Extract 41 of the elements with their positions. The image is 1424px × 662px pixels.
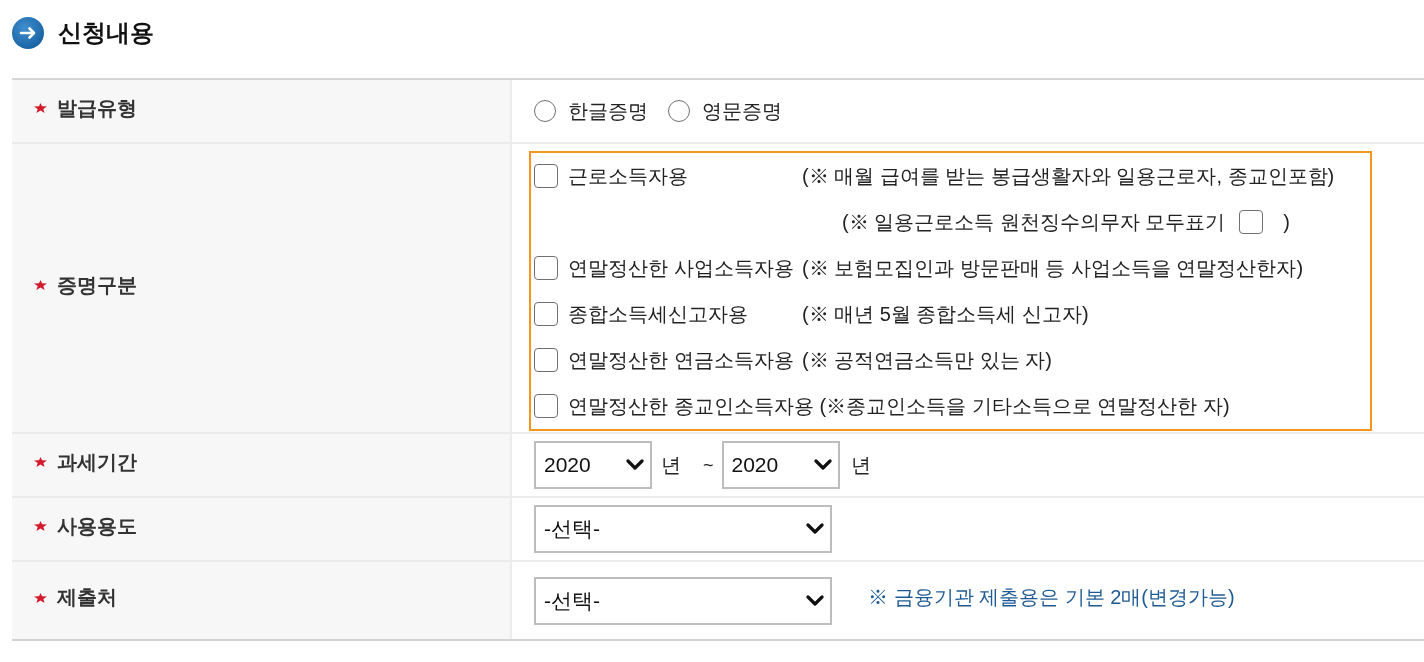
- radio-label[interactable]: 한글증명: [568, 97, 648, 125]
- chevron-down-icon: [806, 523, 824, 535]
- radio-label[interactable]: 영문증명: [702, 97, 782, 125]
- unit-label: 년: [661, 452, 681, 478]
- field-label: 제출처: [57, 585, 117, 610]
- checkbox[interactable]: [1239, 210, 1264, 234]
- range-separator: ~: [703, 454, 714, 476]
- option-note: (※ 매년 5월 종합소득세 신고자): [802, 301, 1089, 327]
- option-note: (※종교인소득을 기타소득으로 연말정산한 자): [819, 393, 1230, 419]
- radio-button[interactable]: [668, 100, 690, 122]
- field-label: 사용용도: [57, 513, 137, 539]
- select-dropdown[interactable]: -선택-: [534, 577, 832, 625]
- checkbox[interactable]: [534, 394, 558, 418]
- checkbox[interactable]: [534, 164, 558, 188]
- select-dropdown[interactable]: -선택-: [534, 505, 832, 553]
- closing-parenthesis: ): [1283, 210, 1290, 234]
- option-note: (※ 일용근로소득 원천징수의무자 모두표기: [842, 209, 1226, 235]
- option-label[interactable]: 연말정산한 연금소득자용: [568, 346, 796, 374]
- option-label[interactable]: 연말정산한 종교인소득자용: [568, 392, 814, 420]
- info-note: ※ 금융기관 제출용은 기본 2매(변경가능): [868, 584, 1235, 610]
- arrow-circle-icon: [12, 17, 44, 49]
- checkbox[interactable]: [534, 302, 558, 326]
- radio-button[interactable]: [534, 100, 556, 122]
- option-note: (※ 매월 급여를 받는 봉급생활자와 일용근로자, 종교인포함): [802, 163, 1335, 189]
- checkbox[interactable]: [534, 348, 558, 372]
- option-note: (※ 공적연금소득만 있는 자): [802, 347, 1052, 373]
- field-label: 과세기간: [57, 449, 137, 475]
- unit-label: 년: [850, 452, 871, 478]
- field-label: 증명구분: [57, 272, 137, 298]
- option-label[interactable]: 근로소득자용: [568, 162, 796, 190]
- field-label: 발급유형: [57, 95, 137, 121]
- chevron-down-icon: [806, 595, 824, 607]
- chevron-down-icon: [626, 459, 644, 471]
- year-dropdown[interactable]: 2020: [534, 441, 652, 489]
- section-title: 신청내용: [58, 18, 154, 48]
- year-dropdown[interactable]: 2020: [721, 441, 840, 489]
- option-note: (※ 보험모집인과 방문판매 등 사업소득을 연말정산한자): [802, 255, 1304, 281]
- checkbox[interactable]: [534, 256, 558, 280]
- option-label[interactable]: 연말정산한 사업소득자용: [568, 254, 796, 282]
- option-label[interactable]: 종합소득세신고자용: [568, 300, 796, 328]
- chevron-down-icon: [813, 459, 832, 471]
